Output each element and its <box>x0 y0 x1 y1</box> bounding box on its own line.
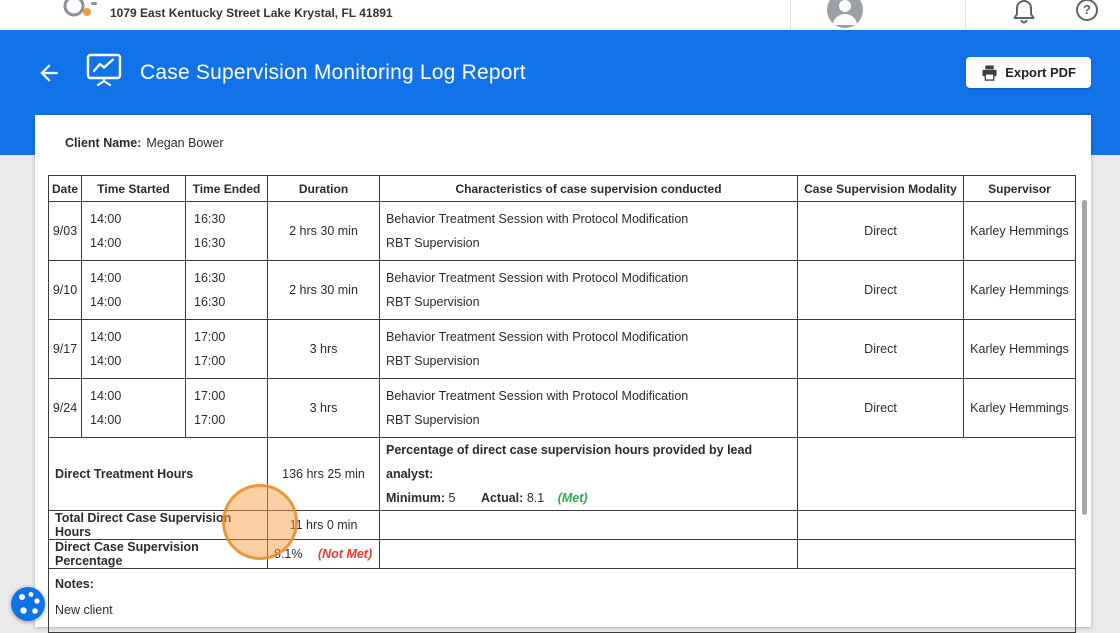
empty-cell <box>379 510 798 540</box>
table-row: 9/10 14:00 14:00 16:30 16:30 2 hrs 30 min … <box>48 260 1076 320</box>
export-pdf-label: Export PDF <box>1005 65 1076 80</box>
total-supervision-hours-value: 11 hrs 0 min <box>267 510 380 540</box>
export-pdf-button[interactable]: Export PDF <box>966 57 1091 88</box>
help-icon[interactable]: ? <box>1076 0 1098 21</box>
characteristics-cell: Behavior Treatment Session with Protocol… <box>379 201 798 261</box>
col-header-duration: Duration <box>267 175 380 202</box>
supervision-percentage-value-cell: 8.1% (Not Met) <box>267 539 380 569</box>
client-name-value: Megan Bower <box>146 136 224 150</box>
characteristics-cell: Behavior Treatment Session with Protocol… <box>379 378 798 438</box>
table-header-row: Date Time Started Time Ended Duration Ch… <box>48 175 1076 202</box>
topbar-divider <box>790 0 791 30</box>
total-supervision-hours-label: Total Direct Case Supervision Hours <box>48 510 268 540</box>
col-header-date: Date <box>48 175 82 202</box>
supervision-log-table: Date Time Started Time Ended Duration Ch… <box>48 175 1076 633</box>
back-arrow-icon[interactable] <box>36 60 62 86</box>
actual-value: 8.1 <box>526 491 545 505</box>
printer-icon <box>981 64 998 81</box>
notes-text: New client <box>55 603 113 617</box>
date-cell: 9/17 <box>48 319 82 379</box>
client-name-line: Client Name: Megan Bower <box>65 136 1091 154</box>
col-header-modality: Case Supervision Modality <box>797 175 964 202</box>
page-title: Case Supervision Monitoring Log Report <box>140 60 526 84</box>
time-started-cell: 14:00 14:00 <box>81 378 186 438</box>
time-ended-cell: 17:00 17:00 <box>185 319 268 379</box>
col-header-characteristics: Characteristics of case supervision cond… <box>379 175 798 202</box>
actual-label: Actual: <box>480 491 524 505</box>
direct-treatment-hours-value: 136 hrs 25 min <box>267 437 380 511</box>
duration-cell: 2 hrs 30 min <box>267 201 380 261</box>
table-row: 9/03 14:00 14:00 16:30 16:30 2 hrs 30 min … <box>48 201 1076 261</box>
theme-palette-button[interactable] <box>11 587 45 621</box>
notifications-bell-icon[interactable] <box>1012 0 1038 27</box>
scrollbar-thumb[interactable] <box>1082 200 1087 515</box>
lead-analyst-percentage-cell: Percentage of direct case supervision ho… <box>379 437 798 511</box>
date-cell: 9/10 <box>48 260 82 320</box>
date-cell: 9/03 <box>48 201 82 261</box>
app-logo[interactable] <box>60 0 102 26</box>
supervisor-cell: Karley Hemmings <box>963 319 1076 379</box>
avatar[interactable] <box>827 0 863 28</box>
time-started-cell: 14:00 14:00 <box>81 319 186 379</box>
time-ended-cell: 16:30 16:30 <box>185 201 268 261</box>
notes-cell: Notes: New client <box>48 568 1076 633</box>
direct-treatment-hours-row: Direct Treatment Hours 136 hrs 25 min Pe… <box>48 437 1076 511</box>
minimum-label: Minimum: <box>386 491 446 505</box>
empty-cell <box>797 437 1076 511</box>
supervisor-cell: Karley Hemmings <box>963 201 1076 261</box>
percentage-heading: Percentage of direct case supervision ho… <box>386 443 753 481</box>
not-met-status: (Not Met) <box>317 547 373 561</box>
modality-cell: Direct <box>797 201 964 261</box>
supervision-percentage-label: Direct Case Supervision Percentage <box>48 539 268 569</box>
report-card: Client Name: Megan Bower Date Time Starte… <box>35 115 1091 633</box>
empty-cell <box>797 539 1076 569</box>
modality-cell: Direct <box>797 319 964 379</box>
met-status: (Met) <box>557 491 588 505</box>
monitoring-report-icon <box>86 53 122 92</box>
duration-cell: 2 hrs 30 min <box>267 260 380 320</box>
time-ended-cell: 17:00 17:00 <box>185 378 268 438</box>
modality-cell: Direct <box>797 260 964 320</box>
minimum-value: 5 <box>448 491 456 505</box>
duration-cell: 3 hrs <box>267 378 380 438</box>
characteristics-cell: Behavior Treatment Session with Protocol… <box>379 319 798 379</box>
table-row: 9/17 14:00 14:00 17:00 17:00 3 hrs Behavio… <box>48 319 1076 379</box>
col-header-time-ended: Time Ended <box>185 175 268 202</box>
time-ended-cell: 16:30 16:30 <box>185 260 268 320</box>
time-started-cell: 14:00 14:00 <box>81 201 186 261</box>
total-supervision-hours-row: Total Direct Case Supervision Hours 11 h… <box>48 510 1076 540</box>
col-header-time-started: Time Started <box>81 175 186 202</box>
supervision-percentage-value: 8.1% <box>274 547 303 561</box>
duration-cell: 3 hrs <box>267 319 380 379</box>
clinic-address: 1079 East Kentucky Street Lake Krystal, … <box>110 6 393 20</box>
table-row: 9/24 14:00 14:00 17:00 17:00 3 hrs Behavio… <box>48 378 1076 438</box>
notes-label: Notes: <box>55 577 94 591</box>
client-name-label: Client Name: <box>65 136 142 150</box>
topbar-divider <box>965 0 966 30</box>
supervision-percentage-row: Direct Case Supervision Percentage 8.1% … <box>48 539 1076 569</box>
time-started-cell: 14:00 14:00 <box>81 260 186 320</box>
supervisor-cell: Karley Hemmings <box>963 260 1076 320</box>
characteristics-cell: Behavior Treatment Session with Protocol… <box>379 260 798 320</box>
empty-cell <box>379 539 798 569</box>
empty-cell <box>797 510 1076 540</box>
direct-treatment-hours-label: Direct Treatment Hours <box>48 437 268 511</box>
date-cell: 9/24 <box>48 378 82 438</box>
supervisor-cell: Karley Hemmings <box>963 378 1076 438</box>
topbar: 1079 East Kentucky Street Lake Krystal, … <box>0 0 1120 30</box>
modality-cell: Direct <box>797 378 964 438</box>
col-header-supervisor: Supervisor <box>963 175 1076 202</box>
notes-row: Notes: New client <box>48 568 1076 633</box>
